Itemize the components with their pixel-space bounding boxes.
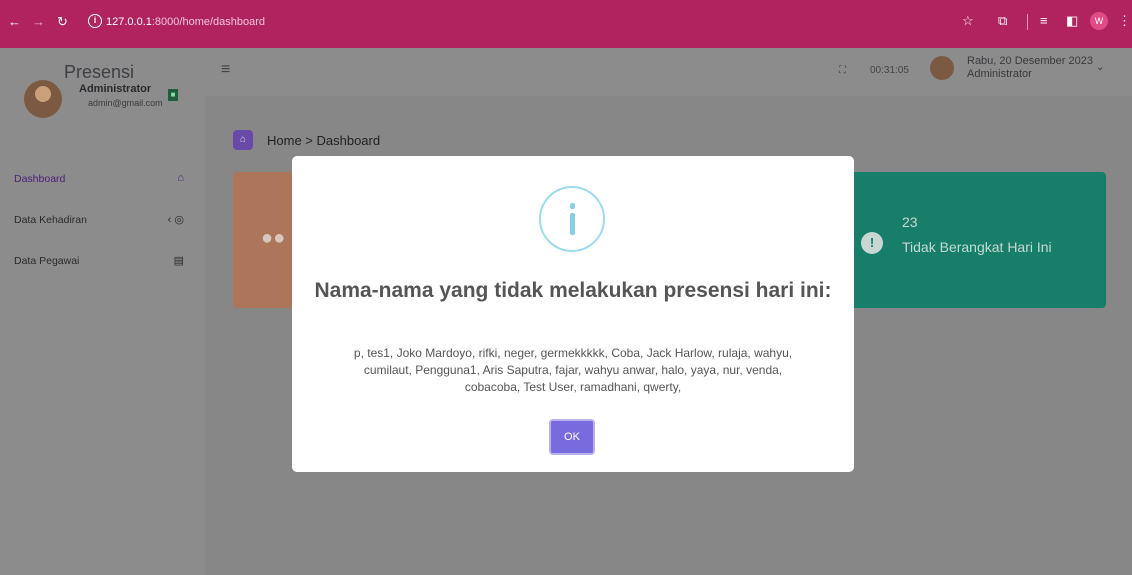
users-icon: ●●: [261, 227, 286, 249]
site-info-icon[interactable]: i: [88, 14, 102, 28]
target-icon: ‹ ◎: [167, 214, 184, 226]
browser-menu-icon[interactable]: ⋮: [1118, 13, 1131, 29]
sidebar-item-label: Data Pegawai: [14, 255, 80, 267]
sidebar-profile: Administrator admin@gmail.com ■: [24, 76, 194, 126]
sidebar-item-data-kehadiran[interactable]: Data Kehadiran ‹ ◎: [14, 214, 184, 226]
alert-icon: !: [861, 232, 883, 254]
side-panel-icon[interactable]: ◧: [1066, 13, 1078, 29]
extensions-icon[interactable]: ⧉: [998, 13, 1007, 29]
absent-card: ! 23 Tidak Berangkat Hari Ini: [853, 172, 1106, 308]
fullscreen-icon[interactable]: ⛶: [839, 65, 846, 76]
clock: 00:31:05: [870, 65, 909, 76]
chevron-down-icon[interactable]: ⌄: [1096, 62, 1104, 73]
address-bar[interactable]: 127.0.0.1:8000/home/dashboard: [106, 16, 265, 28]
sidebar-item-label: Data Kehadiran: [14, 214, 87, 226]
user-role: Administrator: [967, 68, 1032, 80]
absent-label: Tidak Berangkat Hari Ini: [902, 239, 1052, 255]
avatar: [24, 80, 62, 118]
toolbar-divider: [1027, 14, 1028, 30]
profile-email: admin@gmail.com: [88, 98, 163, 108]
sidebar-item-label: Dashboard: [14, 173, 66, 185]
reading-list-icon[interactable]: ≡: [1040, 13, 1048, 28]
forward-icon[interactable]: →: [32, 14, 45, 29]
modal-title: Nama-nama yang tidak melakukan presensi …: [314, 279, 832, 302]
current-date: Rabu, 20 Desember 2023: [967, 55, 1093, 67]
hamburger-menu-icon[interactable]: ≡: [221, 61, 230, 79]
browser-toolbar: ← → ↻ i 127.0.0.1:8000/home/dashboard ☆ …: [0, 0, 1132, 48]
bookmark-star-icon[interactable]: ☆: [962, 13, 974, 29]
info-icon: [539, 186, 605, 252]
url-path: :8000/home/dashboard: [151, 16, 266, 28]
breadcrumb-home-icon[interactable]: ⌂: [233, 130, 253, 150]
modal-body: p, tes1, Joko Mardoyo, rifki, neger, ger…: [353, 346, 793, 394]
sidebar-item-dashboard[interactable]: Dashboard ⌂: [14, 172, 184, 185]
alert-modal: Nama-nama yang tidak melakukan presensi …: [292, 156, 854, 472]
reload-icon[interactable]: ↻: [57, 14, 68, 30]
breadcrumb-text: Home > Dashboard: [267, 133, 381, 148]
browser-profile-avatar[interactable]: W: [1090, 12, 1108, 30]
sidebar: Presensi: [0, 48, 205, 575]
back-icon[interactable]: ←: [8, 14, 21, 29]
sidebar-item-data-pegawai[interactable]: Data Pegawai ▤: [14, 255, 184, 267]
top-navbar: ≡ ⛶ 00:31:05 Rabu, 20 Desember 2023 Admi…: [205, 48, 1132, 96]
url-host: 127.0.0.1: [106, 16, 152, 28]
id-card-icon: ▤: [173, 255, 184, 267]
user-avatar[interactable]: [930, 56, 954, 80]
ok-button[interactable]: OK: [549, 419, 595, 455]
absent-count: 23: [902, 214, 918, 230]
verified-badge-icon: ■: [168, 89, 178, 101]
profile-name: Administrator: [79, 83, 152, 95]
home-icon: ⌂: [177, 172, 184, 184]
